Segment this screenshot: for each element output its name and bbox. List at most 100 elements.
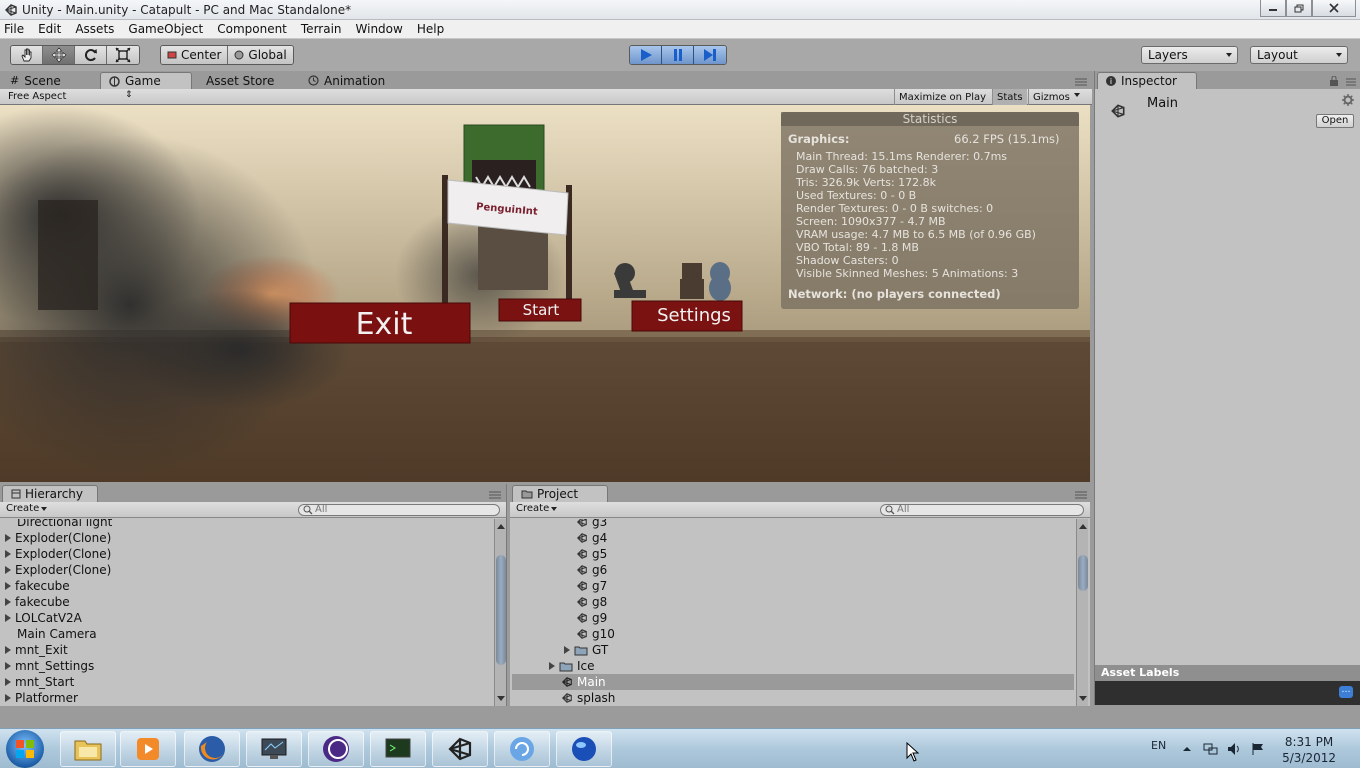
menu-assets[interactable]: Assets (75, 22, 114, 36)
scroll-up-icon[interactable] (496, 522, 506, 530)
menu-gameobject[interactable]: GameObject (128, 22, 203, 36)
gear-icon[interactable] (1342, 94, 1354, 106)
layers-dropdown[interactable]: Layers (1141, 46, 1238, 64)
tab-scene[interactable]: # Scene (2, 72, 94, 89)
expand-arrow-icon[interactable] (5, 662, 11, 670)
expand-arrow-icon[interactable] (5, 550, 11, 558)
pivot-global-toggle[interactable]: Global (228, 46, 293, 64)
list-item[interactable]: fakecube (5, 594, 70, 610)
expand-arrow-icon[interactable] (5, 646, 11, 654)
expand-arrow-icon[interactable] (5, 598, 11, 606)
scroll-down-icon[interactable] (496, 695, 506, 703)
list-item[interactable]: GT (564, 642, 608, 658)
network-icon[interactable] (1203, 742, 1219, 756)
taskbar-eclipse[interactable] (308, 731, 364, 767)
list-item[interactable]: Main (561, 674, 606, 690)
taskbar-terminal[interactable] (370, 731, 426, 767)
start-button[interactable] (6, 730, 44, 768)
list-item[interactable]: Exploder(Clone) (5, 562, 111, 578)
taskbar-app-8[interactable] (494, 731, 550, 767)
action-center-flag-icon[interactable] (1251, 742, 1265, 756)
menu-component[interactable]: Component (217, 22, 287, 36)
list-item[interactable]: g8 (576, 594, 607, 610)
expand-arrow-icon[interactable] (5, 694, 11, 702)
scrollbar-thumb[interactable] (496, 555, 506, 665)
tab-project[interactable]: Project (512, 485, 608, 502)
taskbar-app-9[interactable] (556, 731, 612, 767)
list-item[interactable]: Directional light (17, 519, 112, 530)
play-button[interactable] (630, 46, 662, 64)
taskbar-media-player[interactable] (120, 731, 176, 767)
maximize-on-play-toggle[interactable]: Maximize on Play (894, 89, 990, 105)
list-item[interactable]: Platformer (5, 690, 78, 706)
list-item[interactable]: g7 (576, 578, 607, 594)
scene-settings-button[interactable]: Settings (657, 305, 731, 326)
expand-arrow-icon[interactable] (5, 566, 11, 574)
panel-menu-icon[interactable] (1074, 490, 1088, 500)
step-button[interactable] (694, 46, 726, 64)
project-create-dropdown[interactable]: Create (516, 503, 558, 514)
hierarchy-create-dropdown[interactable]: Create (6, 503, 48, 514)
hierarchy-search-input[interactable]: All (298, 504, 500, 516)
aspect-dropdown[interactable]: Free Aspect (8, 91, 66, 102)
menu-window[interactable]: Window (356, 22, 403, 36)
scale-tool-button[interactable] (107, 46, 139, 64)
expand-arrow-icon[interactable] (5, 582, 11, 590)
volume-icon[interactable] (1227, 742, 1243, 756)
taskbar-firefox[interactable] (184, 731, 240, 767)
stats-toggle[interactable]: Stats (992, 89, 1027, 105)
tab-animation[interactable]: Animation (300, 72, 410, 89)
clock[interactable]: 8:31 PM 5/3/2012 (1282, 734, 1336, 766)
rotate-tool-button[interactable] (75, 46, 107, 64)
layout-dropdown[interactable]: Layout (1250, 46, 1348, 64)
pivot-center-toggle[interactable]: Center (161, 46, 229, 64)
list-item[interactable]: mnt_Exit (5, 642, 68, 658)
list-item[interactable]: Exploder(Clone) (5, 530, 111, 546)
scene-exit-button[interactable]: Exit (356, 307, 413, 342)
panel-menu-icon[interactable] (1074, 77, 1088, 87)
more-labels-button[interactable]: … (1339, 686, 1353, 698)
menu-help[interactable]: Help (417, 22, 444, 36)
scroll-down-icon[interactable] (1078, 695, 1088, 703)
project-search-input[interactable]: All (880, 504, 1084, 516)
list-item[interactable]: g4 (576, 530, 607, 546)
panel-menu-icon[interactable] (1345, 77, 1357, 87)
list-item[interactable]: g9 (576, 610, 607, 626)
list-item[interactable]: Exploder(Clone) (5, 546, 111, 562)
list-item[interactable]: LOLCatV2A (5, 610, 82, 626)
list-item[interactable]: mnt_Start (5, 674, 74, 690)
tab-game[interactable]: Game (100, 72, 192, 89)
expand-arrow-icon[interactable] (5, 534, 11, 542)
menu-terrain[interactable]: Terrain (301, 22, 342, 36)
tab-hierarchy[interactable]: Hierarchy (2, 485, 98, 502)
hand-tool-button[interactable] (11, 46, 43, 64)
expand-arrow-icon[interactable] (5, 678, 11, 686)
panel-menu-icon[interactable] (488, 490, 502, 500)
minimize-button[interactable] (1260, 0, 1286, 17)
pause-button[interactable] (662, 46, 694, 64)
taskbar-remote-desktop[interactable] (246, 731, 302, 767)
taskbar-unity[interactable] (432, 731, 488, 767)
list-item[interactable]: Ice (549, 658, 595, 674)
move-tool-button[interactable] (43, 46, 75, 64)
scene-start-button[interactable]: Start (523, 301, 560, 319)
list-item[interactable]: g10 (576, 626, 615, 642)
list-item[interactable]: fakecube (5, 578, 70, 594)
menu-file[interactable]: File (4, 22, 24, 36)
hierarchy-scrollbar[interactable] (494, 519, 506, 706)
expand-arrow-icon[interactable] (549, 662, 555, 670)
project-scrollbar[interactable] (1076, 519, 1088, 706)
list-item[interactable]: mnt_Settings (5, 658, 94, 674)
close-button[interactable] (1312, 0, 1356, 17)
show-hidden-icons-icon[interactable] (1183, 746, 1191, 752)
expand-arrow-icon[interactable] (564, 646, 570, 654)
restore-button[interactable] (1286, 0, 1312, 17)
taskbar-explorer[interactable] (60, 731, 116, 767)
gizmos-dropdown[interactable]: Gizmos (1028, 89, 1084, 105)
scroll-up-icon[interactable] (1078, 522, 1088, 530)
menu-edit[interactable]: Edit (38, 22, 61, 36)
list-item[interactable]: g3 (576, 519, 607, 530)
tab-inspector[interactable]: i Inspector (1097, 72, 1197, 89)
expand-arrow-icon[interactable] (5, 614, 11, 622)
language-indicator[interactable]: EN (1151, 739, 1166, 752)
